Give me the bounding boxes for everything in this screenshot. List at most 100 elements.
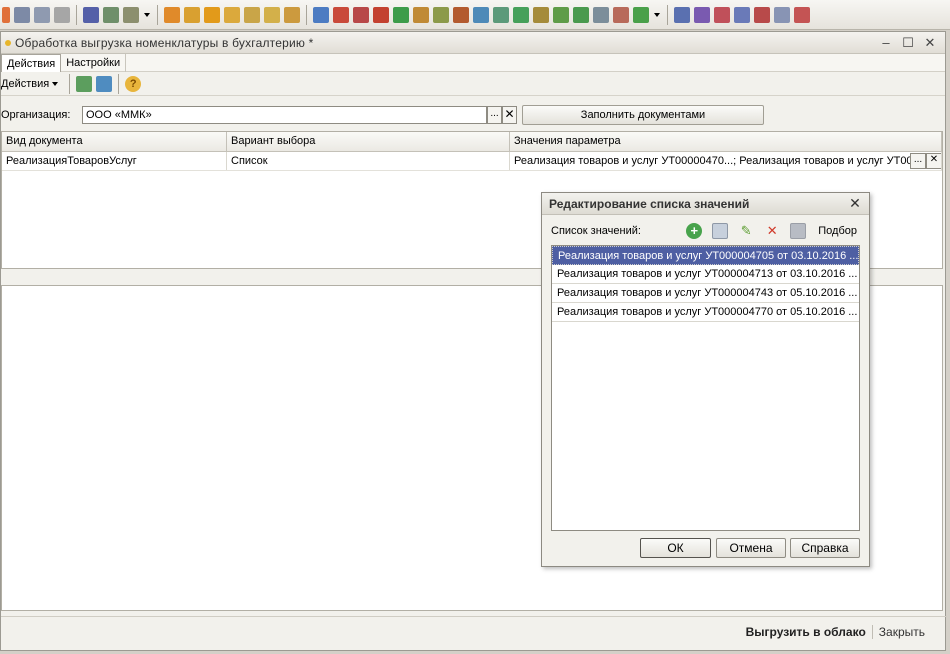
list-item[interactable]: Реализация товаров и услуг УТ000004705 о… xyxy=(552,246,859,265)
menu-item-settings[interactable]: Настройки xyxy=(61,53,127,72)
user-edit-icon[interactable] xyxy=(694,6,710,23)
sort-icon[interactable] xyxy=(790,223,807,239)
invoice-icon[interactable] xyxy=(473,6,489,23)
cell-select-button[interactable]: ... xyxy=(910,153,926,169)
chevron-down-icon[interactable] xyxy=(654,12,660,17)
list-item[interactable]: Реализация товаров и услуг УТ000004743 о… xyxy=(552,284,859,303)
column-header-variant[interactable]: Вариант выбора xyxy=(227,132,510,151)
approve-icon[interactable] xyxy=(573,6,589,23)
return-icon[interactable] xyxy=(533,6,549,23)
phone-icon[interactable] xyxy=(633,6,649,23)
document-move-icon[interactable] xyxy=(373,6,389,23)
toolbar-separator xyxy=(667,4,668,25)
cell-doc-type[interactable]: РеализацияТоваровУслуг xyxy=(2,152,227,170)
copy-icon[interactable] xyxy=(712,223,729,239)
organization-input[interactable]: ООО «ММК» xyxy=(82,106,487,124)
fill-documents-button[interactable]: Заполнить документами xyxy=(522,105,764,125)
chevron-down-icon[interactable] xyxy=(144,12,150,17)
dialog-titlebar[interactable]: Редактирование списка значений ✕ xyxy=(542,193,869,215)
reject-icon[interactable] xyxy=(593,6,609,23)
chart-icon[interactable] xyxy=(123,6,139,23)
close-icon[interactable]: ✕ xyxy=(847,195,863,212)
report-icon[interactable] xyxy=(2,6,10,23)
dialog-title: Редактирование списка значений xyxy=(549,196,750,211)
menu-bar: Действия Настройки xyxy=(1,53,945,72)
pin-icon xyxy=(5,39,11,46)
organization-row: Организация: ООО «ММК» ... ✕ Заполнить д… xyxy=(1,104,947,126)
bank-icon[interactable] xyxy=(244,6,260,23)
calculator-icon[interactable] xyxy=(103,6,119,23)
document-green-icon[interactable] xyxy=(393,6,409,23)
minimize-icon[interactable]: – xyxy=(879,35,893,50)
exchange-icon[interactable] xyxy=(413,6,429,23)
document-arrow-icon[interactable] xyxy=(333,6,349,23)
edit-icon[interactable]: ✎ xyxy=(738,223,754,239)
dialog-tools: + ✎ ✕ Подбор xyxy=(684,223,869,239)
toolbar-separator xyxy=(306,4,307,25)
toolbar-separator xyxy=(118,73,120,94)
dialog-buttons: ОК Отмена Справка xyxy=(542,538,869,560)
help-button[interactable]: Справка xyxy=(790,538,860,558)
organization-label: Организация: xyxy=(1,109,71,121)
window-titlebar[interactable]: Обработка выгрузка номенклатуры в бухгал… xyxy=(1,32,945,54)
restore-settings-icon[interactable] xyxy=(96,75,113,92)
money-icon[interactable] xyxy=(164,6,180,23)
add-icon[interactable]: + xyxy=(686,223,703,239)
chevron-down-icon xyxy=(52,81,59,86)
window-title: Обработка выгрузка номенклатуры в бухгал… xyxy=(15,35,314,50)
package-icon[interactable] xyxy=(613,6,629,23)
table-row[interactable]: РеализацияТоваровУслуг Список Реализация… xyxy=(2,152,942,171)
coins-icon[interactable] xyxy=(224,6,240,23)
organization-clear-button[interactable]: ✕ xyxy=(502,106,517,124)
value-list: Реализация товаров и услуг УТ000004705 о… xyxy=(551,245,860,531)
cell-clear-button[interactable]: ✕ xyxy=(926,153,941,169)
money-out-icon[interactable] xyxy=(204,6,220,23)
delete-icon[interactable]: ✕ xyxy=(764,223,780,239)
order-icon[interactable] xyxy=(493,6,509,23)
ok-button[interactable]: ОК xyxy=(640,538,711,558)
check-document-icon[interactable] xyxy=(553,6,569,23)
truck-icon[interactable] xyxy=(433,6,449,23)
user-document-icon[interactable] xyxy=(674,6,690,23)
printer-icon[interactable] xyxy=(54,6,70,23)
organization-select-button[interactable]: ... xyxy=(487,106,502,124)
pick-button[interactable]: Подбор xyxy=(818,225,857,237)
close-icon[interactable]: ✕ xyxy=(923,35,937,50)
actions-dropdown[interactable]: Действия xyxy=(1,78,65,90)
user-move-icon[interactable] xyxy=(734,6,750,23)
document-red-icon[interactable] xyxy=(353,6,369,23)
money-in-icon[interactable] xyxy=(184,6,200,23)
sheet-remove-icon[interactable] xyxy=(794,6,810,23)
actions-bar: Действия ? xyxy=(1,72,945,96)
document-icon[interactable] xyxy=(313,6,329,23)
list-item[interactable]: Реализация товаров и услуг УТ000004770 о… xyxy=(552,303,859,322)
stock-icon[interactable] xyxy=(453,6,469,23)
close-button[interactable]: Закрыть xyxy=(871,624,925,639)
add-document-icon[interactable] xyxy=(513,6,529,23)
menu-item-actions[interactable]: Действия xyxy=(1,53,62,72)
cash-icon[interactable] xyxy=(284,6,300,23)
edit-value-list-dialog: Редактирование списка значений ✕ Список … xyxy=(541,192,870,567)
help-icon[interactable]: ? xyxy=(125,75,142,92)
toolbar-separator xyxy=(69,73,71,94)
transfer-icon[interactable] xyxy=(754,6,770,23)
table-header: Вид документа Вариант выбора Значения па… xyxy=(2,132,942,152)
column-header-values[interactable]: Значения параметра xyxy=(510,132,942,151)
sheet-icon[interactable] xyxy=(774,6,790,23)
column-header-doc-type[interactable]: Вид документа xyxy=(2,132,227,151)
cell-values[interactable]: Реализация товаров и услуг УТ00000470...… xyxy=(510,152,942,170)
cell-variant[interactable]: Список xyxy=(227,152,510,170)
print-icon[interactable] xyxy=(14,6,30,23)
bottom-bar: Выгрузить в облако Закрыть xyxy=(1,616,947,646)
print-preview-icon[interactable] xyxy=(34,6,50,23)
cancel-button[interactable]: Отмена xyxy=(716,538,786,558)
user-delete-icon[interactable] xyxy=(714,6,730,23)
dialog-toolbar: Список значений: + ✎ ✕ Подбор xyxy=(542,221,869,241)
upload-to-cloud-button[interactable]: Выгрузить в облако xyxy=(740,625,872,639)
users-icon[interactable] xyxy=(83,6,99,23)
list-item[interactable]: Реализация товаров и услуг УТ000004713 о… xyxy=(552,265,859,284)
value-list-label: Список значений: xyxy=(551,225,641,237)
maximize-icon[interactable]: ☐ xyxy=(901,35,915,50)
save-settings-icon[interactable] xyxy=(76,75,93,92)
payment-icon[interactable] xyxy=(264,6,280,23)
